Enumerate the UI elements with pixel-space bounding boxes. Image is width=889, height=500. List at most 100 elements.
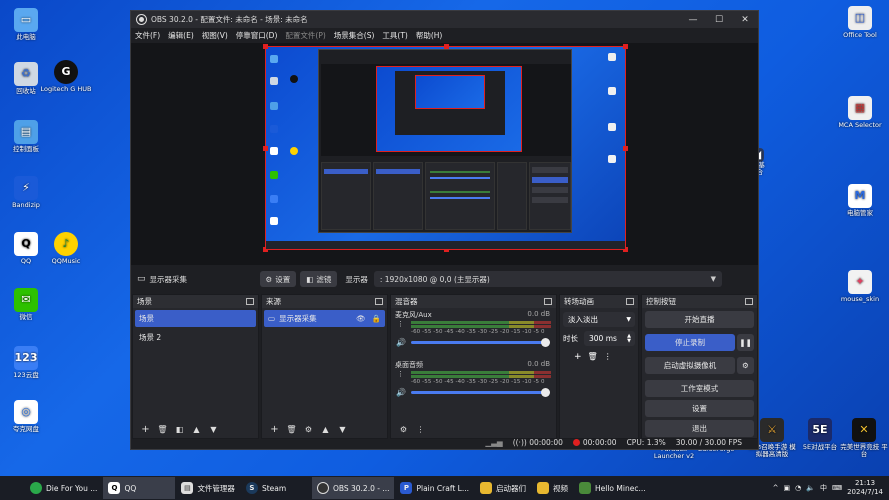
desktop-icon-computer[interactable]: ▭ 此电脑 <box>0 8 52 41</box>
volume-slider[interactable] <box>411 338 550 347</box>
wifi-icon[interactable]: ◔ <box>795 484 801 492</box>
menu-docks[interactable]: 停靠窗口(D) <box>236 30 278 41</box>
add-transition-button[interactable]: + <box>574 352 582 362</box>
taskbar-item-obs[interactable]: OBS 30.2.0 - ... <box>311 477 395 499</box>
tray-overflow-icon[interactable]: ^ <box>773 484 779 492</box>
desktop-icon-control-panel[interactable]: ▤ 控制面板 <box>0 120 52 153</box>
desktop-icon-logitech[interactable]: G Logitech G HUB <box>40 60 92 93</box>
scenes-title: 场景 <box>137 297 152 306</box>
kebab-icon[interactable]: ⋮ <box>397 370 404 378</box>
resize-handle[interactable] <box>623 44 628 49</box>
move-down-button[interactable]: ▼ <box>334 425 351 434</box>
add-source-button[interactable]: + <box>266 424 283 435</box>
menu-view[interactable]: 视图(V) <box>202 30 228 41</box>
scene-item[interactable]: 场景 2 <box>135 329 256 346</box>
settings-button[interactable]: 设置 <box>645 400 754 417</box>
source-properties-button[interactable]: ⚙ <box>300 425 317 434</box>
remove-scene-button[interactable]: 🗑 <box>154 425 171 434</box>
monitor-icon: ▭ <box>268 314 276 323</box>
preview-capture[interactable] <box>263 44 628 252</box>
preview-area[interactable] <box>131 43 758 265</box>
tray-app-icon[interactable]: ▣ <box>784 484 791 492</box>
scene-item[interactable]: 场景 <box>135 310 256 327</box>
filter-icon: ◧ <box>306 274 314 284</box>
desktop-icon-quark[interactable]: ◎ 夸克网盘 <box>0 400 52 433</box>
desktop-icon-wechat[interactable]: ✉ 微信 <box>0 288 52 321</box>
taskbar-item-file-manager[interactable]: ▤ 文件管理器 <box>176 477 240 499</box>
remove-source-button[interactable]: 🗑 <box>283 425 300 434</box>
virtual-camera-settings-button[interactable]: ⚙ <box>737 357 754 374</box>
speaker-icon[interactable]: 🔈 <box>806 484 815 492</box>
ime-icon[interactable]: ⌨ <box>832 484 842 492</box>
taskbar-item-minecraft[interactable]: Hello Minec... <box>574 477 651 499</box>
remove-transition-button[interactable]: 🗑 <box>588 352 598 362</box>
taskbar-item-launchers[interactable]: 启动器们 <box>475 477 531 499</box>
scene-filters-button[interactable]: ◧ <box>171 425 188 434</box>
mixer-channel-desktop: 桌面音频 0.0 dB ⋮ -60 -55 -50 -45 -40 -35 -3… <box>395 360 551 397</box>
taskbar-item-pcl[interactable]: P Plain Craft L... <box>395 477 474 499</box>
desktop-icon-qqmusic[interactable]: ♪ QQMusic <box>40 232 92 265</box>
desktop-icon-perfect-world[interactable]: ✕ 完美世界竞技 平台 <box>838 418 889 459</box>
stop-recording-button[interactable]: 停止录制 <box>645 334 735 351</box>
menu-file[interactable]: 文件(F) <box>135 30 160 41</box>
source-settings-button[interactable]: ⚙ 设置 <box>259 271 297 287</box>
transition-menu-button[interactable]: ⋮ <box>604 352 612 362</box>
popout-icon[interactable] <box>626 298 634 305</box>
taskbar-item-steam[interactable]: S Steam <box>241 477 311 499</box>
move-up-button[interactable]: ▲ <box>188 425 205 434</box>
move-down-button[interactable]: ▼ <box>205 425 222 434</box>
source-item[interactable]: ▭ 显示器采集 👁 🔒 <box>264 310 385 327</box>
minimize-button[interactable]: — <box>680 15 706 25</box>
move-up-button[interactable]: ▲ <box>317 425 334 434</box>
add-scene-button[interactable]: + <box>137 424 154 435</box>
taskbar-item-qq[interactable]: Q QQ <box>103 477 176 499</box>
taskbar-item-music[interactable]: Die For You ... <box>0 477 102 499</box>
source-filters-button[interactable]: ◧ 滤镜 <box>300 271 338 287</box>
menu-tools[interactable]: 工具(T) <box>382 30 407 41</box>
desktop-icon-bandizip[interactable]: ⚡ Bandizip <box>0 176 52 209</box>
duration-spinbox[interactable]: 300 ms ▲ ▼ <box>584 331 635 346</box>
speaker-icon[interactable]: 🔊 <box>396 388 406 397</box>
desktop-icon-mca[interactable]: ▦ MCA Selector <box>834 96 886 129</box>
menu-profile[interactable]: 配置文件(P) <box>285 30 325 41</box>
nested-scenes-panel <box>321 162 371 230</box>
obs-titlebar[interactable]: OBS 30.2.0 - 配置文件: 未命名 - 场景: 未命名 — ☐ ✕ <box>131 11 758 28</box>
volume-slider[interactable] <box>411 388 550 397</box>
start-streaming-button[interactable]: 开始直播 <box>645 311 754 328</box>
popout-icon[interactable] <box>745 298 753 305</box>
clock[interactable]: 21:13 2024/7/14 <box>847 479 883 497</box>
resize-handle[interactable] <box>263 44 268 49</box>
popout-icon[interactable] <box>375 298 383 305</box>
start-virtual-camera-button[interactable]: 启动虚拟摄像机 <box>645 357 735 374</box>
pause-recording-button[interactable]: ❚❚ <box>737 334 754 351</box>
display-select[interactable]: : 1920x1080 @ 0,0 (主显示器) ▼ <box>373 271 722 287</box>
maximize-button[interactable]: ☐ <box>706 15 732 25</box>
eye-icon[interactable]: 👁 <box>356 314 366 323</box>
quark-drive-icon: ◎ <box>14 400 38 424</box>
spin-arrows-icon[interactable]: ▲ ▼ <box>627 333 631 344</box>
nested-obs-preview <box>318 49 572 233</box>
desktop-icon-office-tool[interactable]: ◫ Office Tool <box>834 6 886 39</box>
input-language[interactable]: 中 <box>820 483 827 493</box>
menu-help[interactable]: 帮助(H) <box>416 30 443 41</box>
popout-icon[interactable] <box>246 298 254 305</box>
popout-icon[interactable] <box>544 298 552 305</box>
taskbar-item-videos[interactable]: 视频 <box>532 477 573 499</box>
mixer-settings-button[interactable]: ⚙ <box>395 425 412 434</box>
speaker-icon[interactable]: 🔊 <box>396 338 406 347</box>
kebab-icon[interactable]: ⋮ <box>397 320 404 328</box>
nested-preview <box>321 64 571 156</box>
resize-handle[interactable] <box>263 146 268 151</box>
mini-desktop-icon <box>270 102 278 110</box>
close-button[interactable]: ✕ <box>732 15 758 25</box>
menu-edit[interactable]: 编辑(E) <box>168 30 194 41</box>
lock-icon[interactable]: 🔒 <box>372 314 381 323</box>
studio-mode-button[interactable]: 工作室模式 <box>645 380 754 397</box>
desktop-icon-mouse-skin[interactable]: ✦ mouse_skin <box>834 270 886 303</box>
resize-handle[interactable] <box>623 146 628 151</box>
desktop-icon-123pan[interactable]: 123 123云盘 <box>0 346 52 379</box>
transition-select[interactable]: 淡入淡出 ▼ <box>563 312 635 327</box>
menu-scene-collection[interactable]: 场景集合(S) <box>334 30 375 41</box>
mixer-menu-button[interactable]: ⋮ <box>412 425 429 434</box>
desktop-icon-pc-manager[interactable]: M 电脑管家 <box>834 184 886 217</box>
